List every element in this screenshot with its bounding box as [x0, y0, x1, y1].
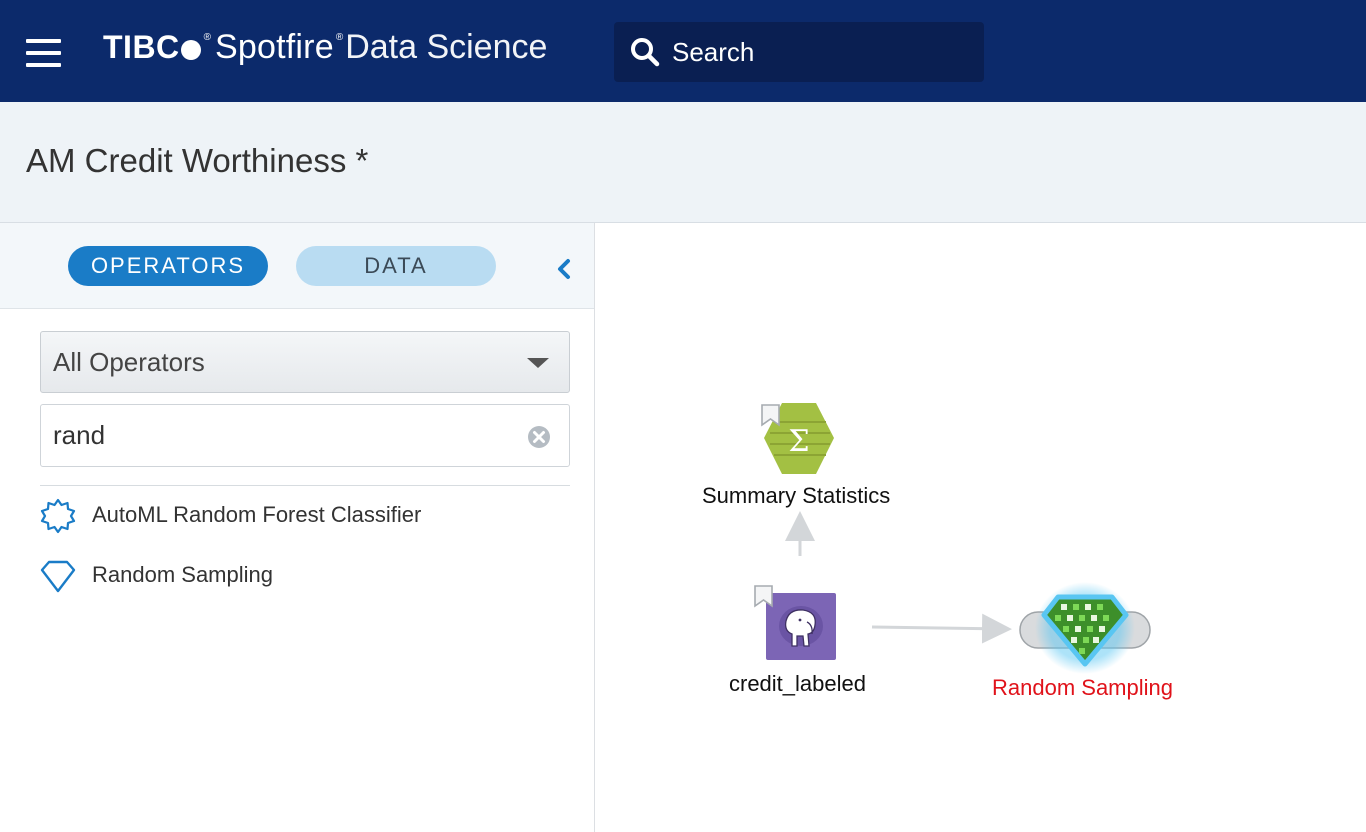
operator-item-random-sampling[interactable]: Random Sampling: [0, 546, 590, 606]
node-credit-labeled[interactable]: [754, 585, 836, 660]
product-logo: TIBC ® Spotfire ® Data Science: [103, 28, 547, 76]
automl-star-icon: [40, 498, 76, 534]
workflow-canvas[interactable]: Σ Summary Statistics credit_labeled Rand…: [596, 223, 1366, 832]
tab-operators[interactable]: OPERATORS: [68, 246, 268, 286]
brand-spotfire: Spotfire: [215, 28, 334, 66]
chevron-down-icon: [527, 358, 549, 368]
brand-product: Data Science: [345, 28, 548, 66]
tab-data[interactable]: DATA: [296, 246, 496, 286]
node-random-sampling[interactable]: [1019, 582, 1151, 674]
diamond-icon: [40, 560, 76, 593]
operator-category-value: All Operators: [53, 346, 205, 377]
brand-registered-mark-2: ®: [335, 32, 344, 43]
workflow-title-bar: AM Credit Worthiness *: [0, 102, 1366, 223]
operator-item-label: AutoML Random Forest Classifier: [92, 502, 422, 527]
collapse-panel-chevron-icon[interactable]: [552, 255, 576, 283]
bookmark-icon: [761, 404, 780, 427]
top-bar: TIBC ® Spotfire ® Data Science Search: [0, 0, 1366, 102]
tibco-ball-icon: [180, 40, 201, 60]
operator-item-automl-random-forest[interactable]: AutoML Random Forest Classifier: [0, 486, 590, 546]
brand-registered-mark: ®: [203, 32, 212, 43]
operator-item-label: Random Sampling: [92, 562, 273, 587]
node-label-random-sampling[interactable]: Random Sampling: [992, 675, 1173, 701]
node-summary-statistics[interactable]: Σ: [761, 403, 834, 474]
global-search-box[interactable]: Search: [614, 22, 984, 82]
search-label: Search: [672, 36, 755, 67]
search-icon: [631, 38, 660, 67]
postgres-elephant-icon: [779, 606, 823, 647]
operator-category-select[interactable]: All Operators: [40, 331, 570, 393]
operators-panel: OPERATORS DATA All Operators AutoML Rand…: [0, 223, 595, 832]
sigma-icon: Σ: [788, 424, 809, 459]
operator-search-input[interactable]: [53, 420, 493, 451]
panel-tabs: OPERATORS DATA: [0, 223, 594, 309]
operator-search-field[interactable]: [40, 404, 570, 467]
operator-list: AutoML Random Forest Classifier Random S…: [0, 486, 590, 606]
workflow-title[interactable]: AM Credit Worthiness *: [26, 142, 368, 180]
clear-search-icon[interactable]: [527, 425, 551, 449]
bookmark-icon: [754, 585, 773, 608]
brand-tibco: TIBC: [103, 29, 180, 65]
connector-credit-to-sampling[interactable]: [871, 613, 1012, 644]
hamburger-menu-icon[interactable]: [26, 37, 61, 69]
node-label-credit-labeled[interactable]: credit_labeled: [729, 671, 866, 697]
workflow-graph: Σ: [754, 403, 1151, 674]
node-label-summary-statistics[interactable]: Summary Statistics: [702, 483, 890, 509]
